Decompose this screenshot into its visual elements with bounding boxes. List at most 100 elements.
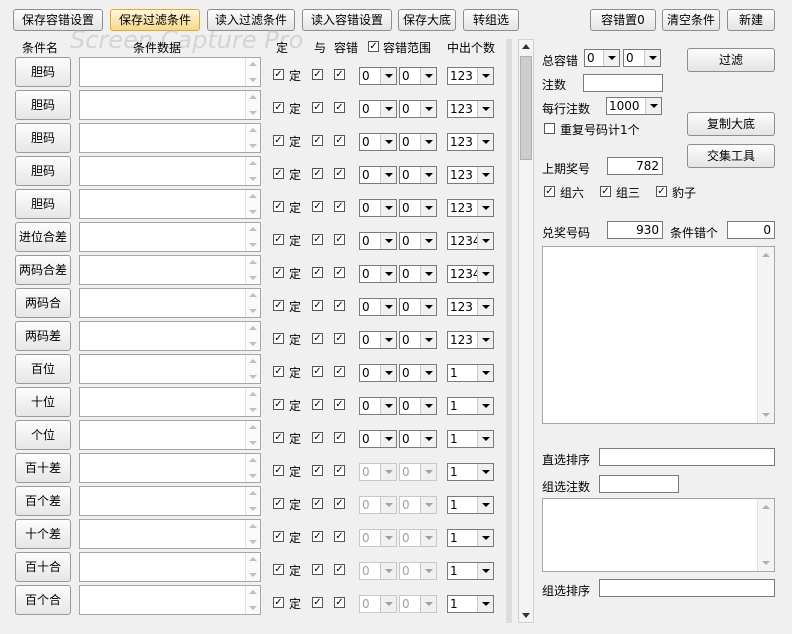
count-select[interactable]: 123 [447, 298, 494, 316]
error-min-select[interactable]: 0 [359, 265, 397, 283]
error-min-select[interactable]: 0 [359, 430, 397, 448]
and-checkbox[interactable]: ✓ [312, 399, 323, 410]
new-button[interactable]: 新建 [727, 9, 775, 31]
condition-name-button[interactable]: 百位 [15, 354, 71, 384]
fixed-checkbox[interactable]: ✓ [273, 564, 284, 575]
group6-checkbox[interactable]: ✓ [544, 186, 555, 197]
and-checkbox[interactable]: ✓ [312, 597, 323, 608]
condition-data-field[interactable] [79, 90, 261, 120]
group-result-scrollbar[interactable] [757, 499, 774, 571]
error-min-select[interactable]: 0 [359, 100, 397, 118]
field-scrollbar[interactable] [245, 553, 260, 581]
condition-data-field[interactable] [79, 255, 261, 285]
fixed-checkbox[interactable]: ✓ [273, 333, 284, 344]
error-checkbox[interactable]: ✓ [334, 597, 345, 608]
error-max-select[interactable]: 0 [399, 199, 437, 217]
error-max-select[interactable]: 0 [399, 529, 437, 547]
and-checkbox[interactable]: ✓ [312, 531, 323, 542]
save-filter-button[interactable]: 保存过滤条件 [110, 9, 200, 31]
fixed-checkbox[interactable]: ✓ [273, 465, 284, 476]
fixed-checkbox[interactable]: ✓ [273, 432, 284, 443]
fixed-checkbox[interactable]: ✓ [273, 531, 284, 542]
filter-button[interactable]: 过滤 [687, 48, 775, 72]
error-checkbox[interactable]: ✓ [334, 267, 345, 278]
dup-count-checkbox[interactable] [544, 123, 555, 134]
error-min-select[interactable]: 0 [359, 133, 397, 151]
copy-big-button[interactable]: 复制大底 [687, 112, 775, 136]
condition-data-field[interactable] [79, 453, 261, 483]
count-select[interactable]: 123 [447, 166, 494, 184]
error-checkbox[interactable]: ✓ [334, 234, 345, 245]
condition-name-button[interactable]: 百个合 [15, 585, 71, 615]
error-min-select[interactable]: 0 [359, 364, 397, 382]
save-big-button[interactable]: 保存大底 [398, 9, 456, 31]
error-checkbox[interactable]: ✓ [334, 366, 345, 377]
per-line-select[interactable]: 1000 [606, 97, 662, 115]
and-checkbox[interactable]: ✓ [312, 102, 323, 113]
load-error-settings-button[interactable]: 读入容错设置 [302, 9, 392, 31]
error-max-select[interactable]: 0 [399, 331, 437, 349]
error-min-select[interactable]: 0 [359, 298, 397, 316]
error-checkbox[interactable]: ✓ [334, 564, 345, 575]
error-checkbox[interactable]: ✓ [334, 201, 345, 212]
count-select[interactable]: 1 [447, 430, 494, 448]
field-scrollbar[interactable] [245, 322, 260, 350]
error-max-select[interactable]: 0 [399, 496, 437, 514]
condition-data-field[interactable] [79, 585, 261, 615]
error-min-select[interactable]: 0 [359, 166, 397, 184]
fixed-checkbox[interactable]: ✓ [273, 399, 284, 410]
and-checkbox[interactable]: ✓ [312, 564, 323, 575]
condition-name-button[interactable]: 胆码 [15, 189, 71, 219]
result-scrollbar[interactable] [757, 247, 774, 423]
error-checkbox[interactable]: ✓ [334, 498, 345, 509]
condition-data-field[interactable] [79, 519, 261, 549]
condition-data-field[interactable] [79, 486, 261, 516]
fixed-checkbox[interactable]: ✓ [273, 498, 284, 509]
and-checkbox[interactable]: ✓ [312, 432, 323, 443]
field-scrollbar[interactable] [245, 58, 260, 86]
fixed-checkbox[interactable]: ✓ [273, 597, 284, 608]
group-sort-field[interactable] [599, 579, 775, 597]
error-max-select[interactable]: 0 [399, 364, 437, 382]
error-min-select[interactable]: 0 [359, 496, 397, 514]
scroll-up-arrow[interactable] [522, 44, 530, 49]
error-min-select[interactable]: 0 [359, 397, 397, 415]
field-scrollbar[interactable] [245, 487, 260, 515]
condition-name-button[interactable]: 个位 [15, 420, 71, 450]
fixed-checkbox[interactable]: ✓ [273, 135, 284, 146]
condition-data-field[interactable] [79, 387, 261, 417]
condition-name-button[interactable]: 十个差 [15, 519, 71, 549]
condition-data-field[interactable] [79, 123, 261, 153]
load-filter-button[interactable]: 读入过滤条件 [207, 9, 295, 31]
count-select[interactable]: 1 [447, 496, 494, 514]
and-checkbox[interactable]: ✓ [312, 366, 323, 377]
fixed-checkbox[interactable]: ✓ [273, 234, 284, 245]
error-max-select[interactable]: 0 [399, 562, 437, 580]
field-scrollbar[interactable] [245, 190, 260, 218]
condition-name-button[interactable]: 百十合 [15, 552, 71, 582]
error-min-select[interactable]: 0 [359, 199, 397, 217]
error-min-select[interactable]: 0 [359, 529, 397, 547]
error-checkbox[interactable]: ✓ [334, 168, 345, 179]
condition-name-button[interactable]: 两码合 [15, 288, 71, 318]
total-error-min-select[interactable]: 0 [584, 49, 620, 67]
field-scrollbar[interactable] [245, 91, 260, 119]
field-scrollbar[interactable] [245, 157, 260, 185]
condition-data-field[interactable] [79, 156, 261, 186]
error-checkbox[interactable]: ✓ [334, 432, 345, 443]
clear-conditions-button[interactable]: 清空条件 [662, 9, 720, 31]
error-checkbox[interactable]: ✓ [334, 465, 345, 476]
field-scrollbar[interactable] [245, 520, 260, 548]
count-select[interactable]: 12345 [447, 265, 494, 283]
error-checkbox[interactable]: ✓ [334, 531, 345, 542]
error-checkbox[interactable]: ✓ [334, 399, 345, 410]
condition-data-field[interactable] [79, 288, 261, 318]
rows-scrollbar[interactable] [518, 39, 534, 623]
field-scrollbar[interactable] [245, 421, 260, 449]
error-max-select[interactable]: 0 [399, 133, 437, 151]
field-scrollbar[interactable] [245, 289, 260, 317]
field-scrollbar[interactable] [245, 454, 260, 482]
error-checkbox[interactable]: ✓ [334, 69, 345, 80]
error-max-select[interactable]: 0 [399, 595, 437, 613]
condition-name-button[interactable]: 胆码 [15, 123, 71, 153]
